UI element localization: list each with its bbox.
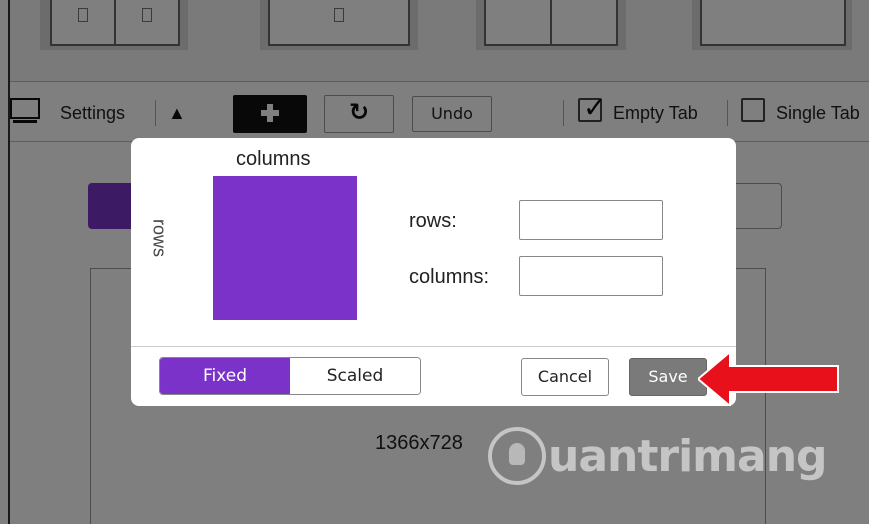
watermark-text: uantrimang [548, 430, 828, 482]
rows-field-label: rows: [409, 210, 457, 232]
modal-divider [131, 346, 736, 347]
scale-mode-toggle: Fixed Scaled [159, 357, 421, 395]
watermark: uantrimang [488, 424, 828, 488]
rows-heading: rows [149, 218, 170, 258]
save-button[interactable]: Save [629, 358, 707, 396]
red-arrow-annotation [698, 352, 839, 406]
grid-preview [213, 176, 357, 320]
scaled-mode-button[interactable]: Scaled [290, 358, 420, 394]
rows-input[interactable] [519, 200, 663, 240]
custom-layout-dialog: columns rows rows: columns: Fixed Scaled… [131, 138, 736, 406]
columns-field-label: columns: [409, 266, 490, 288]
lightbulb-icon [488, 427, 546, 485]
columns-heading: columns [236, 148, 311, 170]
columns-input[interactable] [519, 256, 663, 296]
cancel-button[interactable]: Cancel [521, 358, 609, 396]
fixed-mode-button[interactable]: Fixed [160, 358, 290, 394]
